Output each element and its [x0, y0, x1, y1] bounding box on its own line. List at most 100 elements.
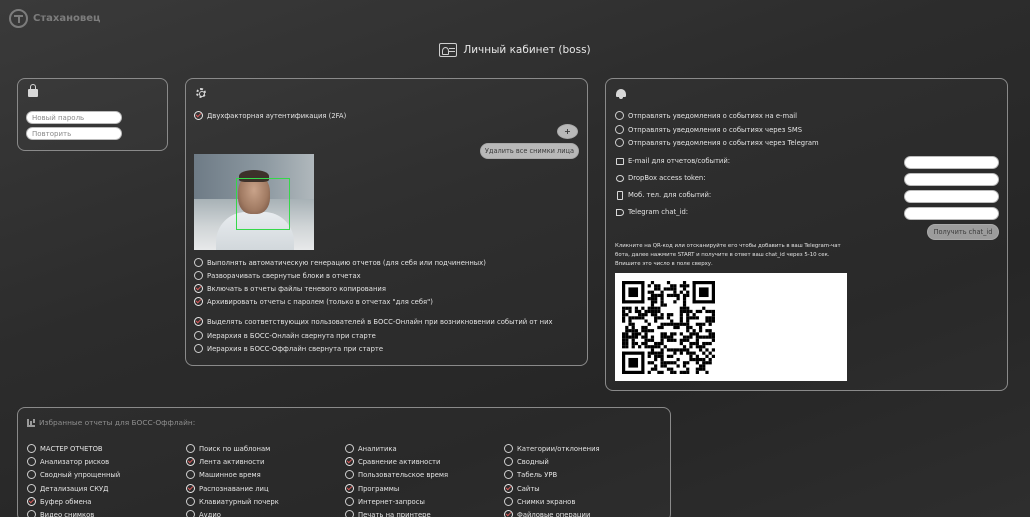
checkbox[interactable]: [345, 497, 354, 506]
phone-field[interactable]: [904, 190, 999, 203]
checkbox[interactable]: [194, 344, 203, 353]
favorite-report-item[interactable]: Распознавание лиц: [186, 484, 269, 493]
phone-icon: [617, 191, 623, 200]
option-label: Иерархия в БОСС-Онлайн свернута при стар…: [207, 331, 376, 340]
favorite-report-item[interactable]: Сайты: [504, 484, 540, 493]
favorite-reports-title: Избранные отчеты для БОСС-Оффлайн:: [27, 418, 195, 427]
checkbox[interactable]: [186, 484, 195, 493]
option-label: Выполнять автоматическую генерацию отчет…: [207, 258, 486, 267]
favorite-report-item[interactable]: Сводный: [504, 457, 549, 466]
password-panel: [17, 78, 168, 151]
favorite-report-item[interactable]: Аудио: [186, 510, 221, 517]
favorite-report-item[interactable]: Интернет-запросы: [345, 497, 425, 506]
get-chat-id-button[interactable]: Получить chat_id: [927, 224, 999, 240]
page-title: Личный кабинет (boss): [0, 43, 1030, 57]
repeat-password-input[interactable]: [26, 127, 122, 140]
favorite-report-item[interactable]: Пользовательское время: [345, 470, 448, 479]
favorite-report-item[interactable]: Лента активности: [186, 457, 264, 466]
checkbox[interactable]: [194, 297, 203, 306]
favorite-report-item[interactable]: Видео снимков: [27, 510, 94, 517]
new-password-input[interactable]: [26, 111, 122, 124]
option-offline-hierarchy[interactable]: Иерархия в БОСС-Оффлайн свернута при ста…: [194, 344, 383, 353]
checkbox[interactable]: [186, 444, 195, 453]
notifications-panel: Отправлять уведомления о событиях на e-m…: [605, 78, 1008, 391]
favorite-report-item[interactable]: Буфер обмена: [27, 497, 91, 506]
twofa-checkbox[interactable]: [194, 111, 203, 120]
app-logo[interactable]: Стахановец: [9, 9, 100, 28]
checkbox[interactable]: [345, 457, 354, 466]
checkbox[interactable]: [345, 484, 354, 493]
favorite-report-item[interactable]: Аналитика: [345, 444, 397, 453]
add-face-button[interactable]: +: [557, 124, 578, 139]
favorite-report-label: Сводный: [517, 457, 549, 466]
notify-email-option[interactable]: Отправлять уведомления о событиях на e-m…: [615, 111, 797, 120]
favorite-report-item[interactable]: Анализатор рисков: [27, 457, 109, 466]
option-expand-blocks[interactable]: Разворачивать свернутые блоки в отчетах: [194, 271, 361, 280]
favorite-report-item[interactable]: Машинное время: [186, 470, 261, 479]
dropbox-icon: [616, 175, 624, 182]
checkbox[interactable]: [27, 484, 36, 493]
checkbox[interactable]: [345, 470, 354, 479]
option-online-hierarchy[interactable]: Иерархия в БОСС-Онлайн свернута при стар…: [194, 331, 376, 340]
delete-face-snapshots-button[interactable]: Удалить все снимки лица: [480, 143, 579, 159]
option-highlight-users[interactable]: Выделять соответствующих пользователей в…: [194, 317, 553, 326]
checkbox[interactable]: [27, 470, 36, 479]
checkbox[interactable]: [27, 497, 36, 506]
telegram-qr-code[interactable]: [615, 273, 847, 381]
checkbox[interactable]: [27, 510, 36, 517]
favorite-report-item[interactable]: Детализация СКУД: [27, 484, 108, 493]
favorite-report-item[interactable]: Файловые операции: [504, 510, 590, 517]
favorite-reports-title-text: Избранные отчеты для БОСС-Оффлайн:: [39, 418, 196, 427]
favorite-report-item[interactable]: Поиск по шаблонам: [186, 444, 270, 453]
favorite-report-label: Лента активности: [199, 457, 265, 466]
checkbox[interactable]: [615, 125, 624, 134]
checkbox[interactable]: [27, 444, 36, 453]
favorite-report-item[interactable]: Снимки экранов: [504, 497, 575, 506]
favorite-report-label: Сводный упрощенный: [40, 470, 121, 479]
favorite-reports-panel: Избранные отчеты для БОСС-Оффлайн: МАСТЕ…: [17, 407, 671, 517]
twofa-option[interactable]: Двухфакторная аутентификация (2FA): [194, 111, 346, 120]
favorite-report-label: Программы: [358, 484, 400, 493]
option-archive-password[interactable]: Архивировать отчеты с паролем (только в …: [194, 297, 433, 306]
checkbox[interactable]: [504, 457, 513, 466]
favorite-report-label: Анализатор рисков: [40, 457, 110, 466]
checkbox[interactable]: [27, 457, 36, 466]
checkbox[interactable]: [504, 484, 513, 493]
checkbox[interactable]: [194, 284, 203, 293]
option-shadow-copy[interactable]: Включать в отчеты файлы теневого копиров…: [194, 284, 386, 293]
checkbox[interactable]: [186, 470, 195, 479]
favorite-report-item[interactable]: Программы: [345, 484, 399, 493]
checkbox[interactable]: [194, 331, 203, 340]
favorite-report-item[interactable]: МАСТЕР ОТЧЕТОВ: [27, 444, 103, 453]
email-field[interactable]: [904, 156, 999, 169]
favorite-report-item[interactable]: Категории/отклонения: [504, 444, 600, 453]
notify-sms-option[interactable]: Отправлять уведомления о событиях через …: [615, 125, 802, 134]
checkbox[interactable]: [194, 271, 203, 280]
dropbox-token-field[interactable]: [904, 173, 999, 186]
checkbox[interactable]: [615, 111, 624, 120]
checkbox[interactable]: [186, 510, 195, 517]
favorite-report-item[interactable]: Печать на принтере: [345, 510, 431, 517]
checkbox[interactable]: [615, 138, 624, 147]
favorite-report-item[interactable]: Сводный упрощенный: [27, 470, 120, 479]
checkbox[interactable]: [345, 444, 354, 453]
notify-telegram-option[interactable]: Отправлять уведомления о событиях через …: [615, 138, 819, 147]
checkbox[interactable]: [194, 317, 203, 326]
telegram-instructions: Кликните на QR-код или отсканируйте его …: [615, 243, 841, 267]
favorite-report-label: Детализация СКУД: [40, 484, 109, 493]
checkbox[interactable]: [345, 510, 354, 517]
checkbox[interactable]: [186, 497, 195, 506]
checkbox[interactable]: [194, 258, 203, 267]
option-label: Иерархия в БОСС-Оффлайн свернута при ста…: [207, 344, 384, 353]
favorite-report-item[interactable]: Сравнение активности: [345, 457, 440, 466]
email-field-label: E-mail для отчетов/событий:: [628, 157, 731, 165]
checkbox[interactable]: [504, 510, 513, 517]
favorite-report-item[interactable]: Клавиатурный почерк: [186, 497, 279, 506]
checkbox[interactable]: [186, 457, 195, 466]
checkbox[interactable]: [504, 444, 513, 453]
checkbox[interactable]: [504, 470, 513, 479]
favorite-report-item[interactable]: Табель УРВ: [504, 470, 557, 479]
checkbox[interactable]: [504, 497, 513, 506]
telegram-chat-id-field[interactable]: [904, 207, 999, 220]
option-auto-reports[interactable]: Выполнять автоматическую генерацию отчет…: [194, 258, 486, 267]
